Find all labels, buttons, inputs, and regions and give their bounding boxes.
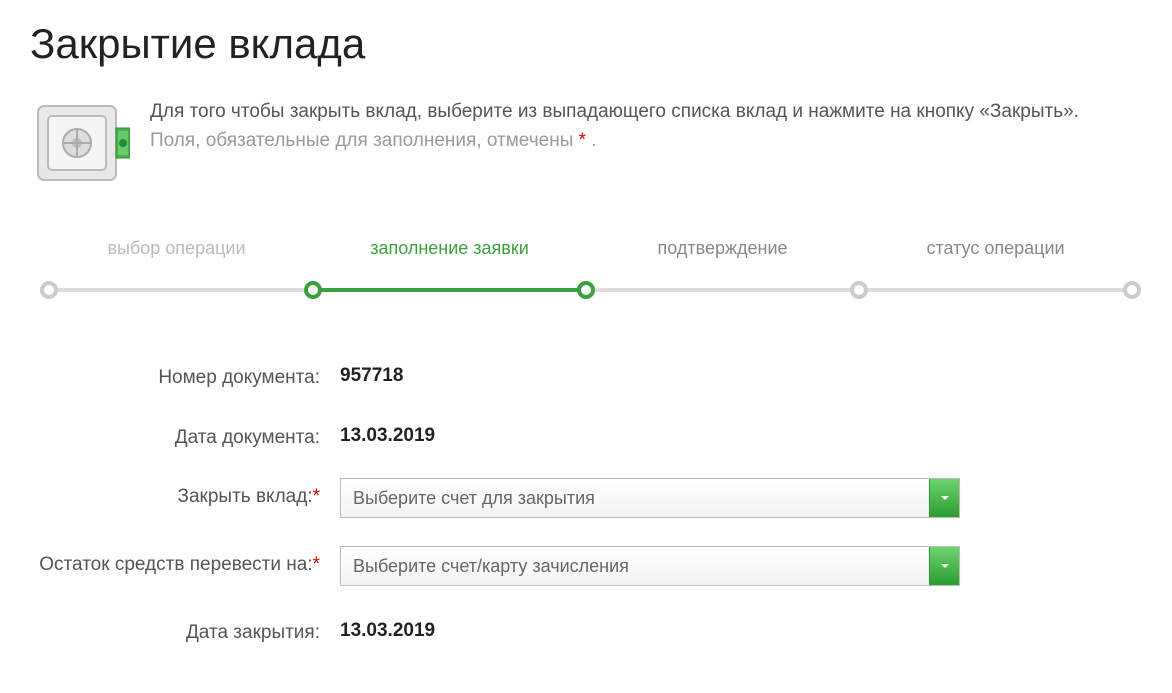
close-date-label: Дата закрытия:: [30, 614, 320, 646]
row-close-date: Дата закрытия: 13.03.2019: [30, 614, 1030, 646]
close-account-select[interactable]: Выберите счет для закрытия: [340, 478, 960, 518]
chevron-down-icon: [929, 479, 959, 517]
intro-section: Для того чтобы закрыть вклад, выберите и…: [30, 98, 1142, 188]
doc-number-label: Номер документа:: [30, 359, 320, 391]
row-close-account: Закрыть вклад:* Выберите счет для закрыт…: [30, 478, 1030, 518]
track-segment-2: [313, 288, 586, 292]
transfer-to-select[interactable]: Выберите счет/карту зачисления: [340, 546, 960, 586]
transfer-to-placeholder: Выберите счет/карту зачисления: [353, 556, 629, 577]
page-title: Закрытие вклада: [30, 20, 1142, 68]
intro-main: Для того чтобы закрыть вклад, выберите и…: [150, 98, 1079, 127]
row-transfer-to: Остаток средств перевести на:* Выберите …: [30, 546, 1030, 586]
doc-date-label: Дата документа:: [30, 419, 320, 451]
required-star-icon: *: [579, 130, 586, 151]
step-label-3: подтверждение: [586, 238, 859, 259]
track-segment-1: [40, 288, 313, 292]
doc-number-value: 957718: [340, 359, 403, 387]
track-segment-3: [586, 288, 859, 292]
form-rows: Номер документа: 957718 Дата документа: …: [30, 359, 1030, 646]
close-account-placeholder: Выберите счет для закрытия: [353, 488, 595, 509]
progress-steps: выбор операции заполнение заявки подтвер…: [30, 238, 1142, 299]
step-dot-3: [577, 281, 595, 299]
step-dot-4: [850, 281, 868, 299]
step-label-1: выбор операции: [40, 238, 313, 259]
step-dot-1: [40, 281, 58, 299]
transfer-to-label: Остаток средств перевести на:*: [30, 546, 320, 578]
doc-date-value: 13.03.2019: [340, 419, 435, 447]
step-dot-5: [1123, 281, 1141, 299]
step-label-2: заполнение заявки: [313, 238, 586, 259]
chevron-down-icon: [929, 547, 959, 585]
row-doc-number: Номер документа: 957718: [30, 359, 1030, 391]
row-doc-date: Дата документа: 13.03.2019: [30, 419, 1030, 451]
step-label-4: статус операции: [859, 238, 1132, 259]
required-star-icon: *: [313, 554, 320, 575]
intro-text: Для того чтобы закрыть вклад, выберите и…: [150, 98, 1079, 155]
required-star-icon: *: [313, 486, 320, 507]
safe-icon: [30, 98, 130, 188]
close-date-value: 13.03.2019: [340, 614, 435, 642]
step-dot-2: [304, 281, 322, 299]
close-account-label: Закрыть вклад:*: [30, 478, 320, 510]
track-segment-4: [859, 288, 1132, 292]
intro-hint: Поля, обязательные для заполнения, отмеч…: [150, 127, 1079, 156]
